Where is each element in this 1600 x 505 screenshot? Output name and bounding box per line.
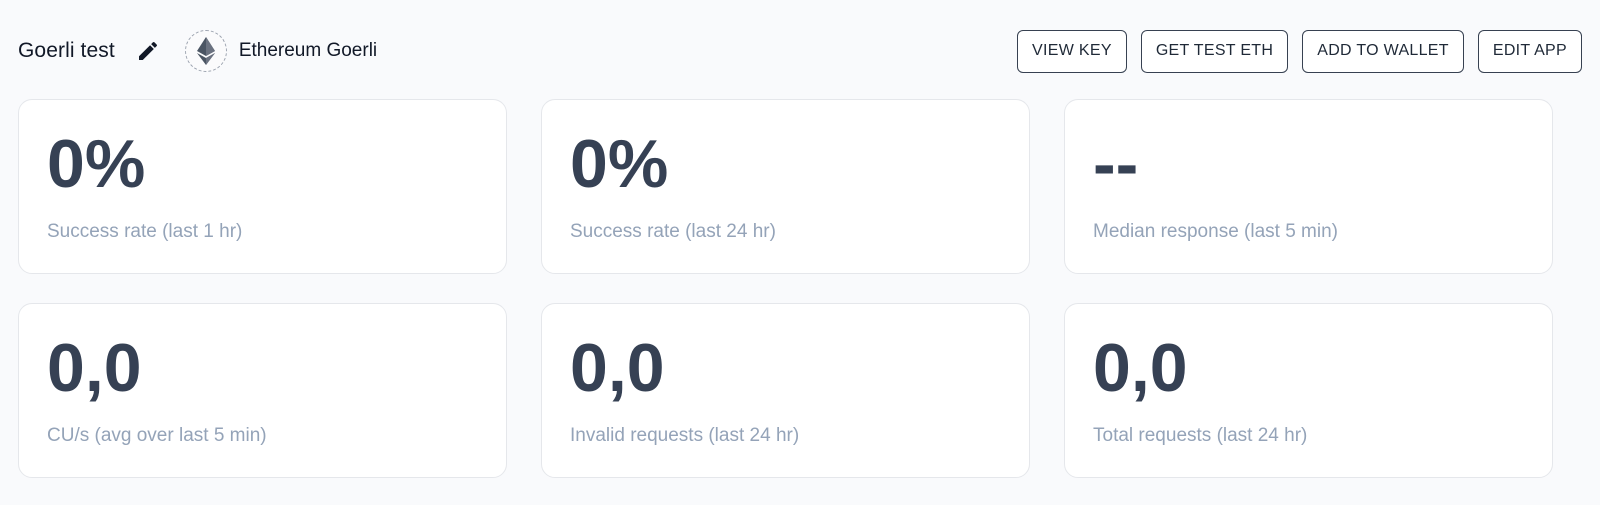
stat-card-median-response: -- Median response (last 5 min) [1064, 99, 1553, 274]
stat-value: 0,0 [47, 330, 142, 406]
pencil-icon[interactable] [135, 38, 161, 64]
stat-label: Median response (last 5 min) [1093, 221, 1338, 242]
app-name: Goerli test [18, 39, 115, 62]
stat-value: 0% [47, 126, 146, 202]
stat-card-total-requests: 0,0 Total requests (last 24 hr) [1064, 303, 1553, 478]
header-actions: VIEW KEY GET TEST ETH ADD TO WALLET EDIT… [1017, 29, 1582, 73]
stat-card-success-rate-1hr: 0% Success rate (last 1 hr) [18, 99, 507, 274]
network-badge: Ethereum Goerli [184, 30, 378, 72]
stat-card-cu-per-second: 0,0 CU/s (avg over last 5 min) [18, 303, 507, 478]
add-to-wallet-button[interactable]: ADD TO WALLET [1302, 29, 1464, 73]
stats-grid: 0% Success rate (last 1 hr) 0% Success r… [18, 99, 1553, 478]
stat-card-success-rate-24hr: 0% Success rate (last 24 hr) [541, 99, 1030, 274]
edit-app-button[interactable]: EDIT APP [1477, 29, 1582, 73]
stat-value: 0% [570, 126, 669, 202]
stat-card-invalid-requests: 0,0 Invalid requests (last 24 hr) [541, 303, 1030, 478]
stat-value: 0,0 [570, 330, 665, 406]
stat-label: Success rate (last 24 hr) [570, 221, 776, 242]
stat-label: Success rate (last 1 hr) [47, 221, 243, 242]
app-dashboard: Goerli test Ethereum Goerli VIEW KEY GET… [0, 0, 1600, 505]
app-title-group: Goerli test Ethereum Goerli [18, 30, 377, 72]
get-test-eth-button[interactable]: GET TEST ETH [1140, 29, 1289, 73]
stat-label: CU/s (avg over last 5 min) [47, 425, 267, 446]
stat-value: -- [1093, 126, 1139, 202]
ethereum-icon [184, 30, 227, 72]
stat-value: 0,0 [1093, 330, 1188, 406]
view-key-button[interactable]: VIEW KEY [1017, 29, 1127, 73]
stat-label: Total requests (last 24 hr) [1093, 425, 1308, 446]
app-header: Goerli test Ethereum Goerli VIEW KEY GET… [18, 28, 1582, 74]
network-name: Ethereum Goerli [238, 40, 378, 61]
stat-label: Invalid requests (last 24 hr) [570, 425, 800, 446]
